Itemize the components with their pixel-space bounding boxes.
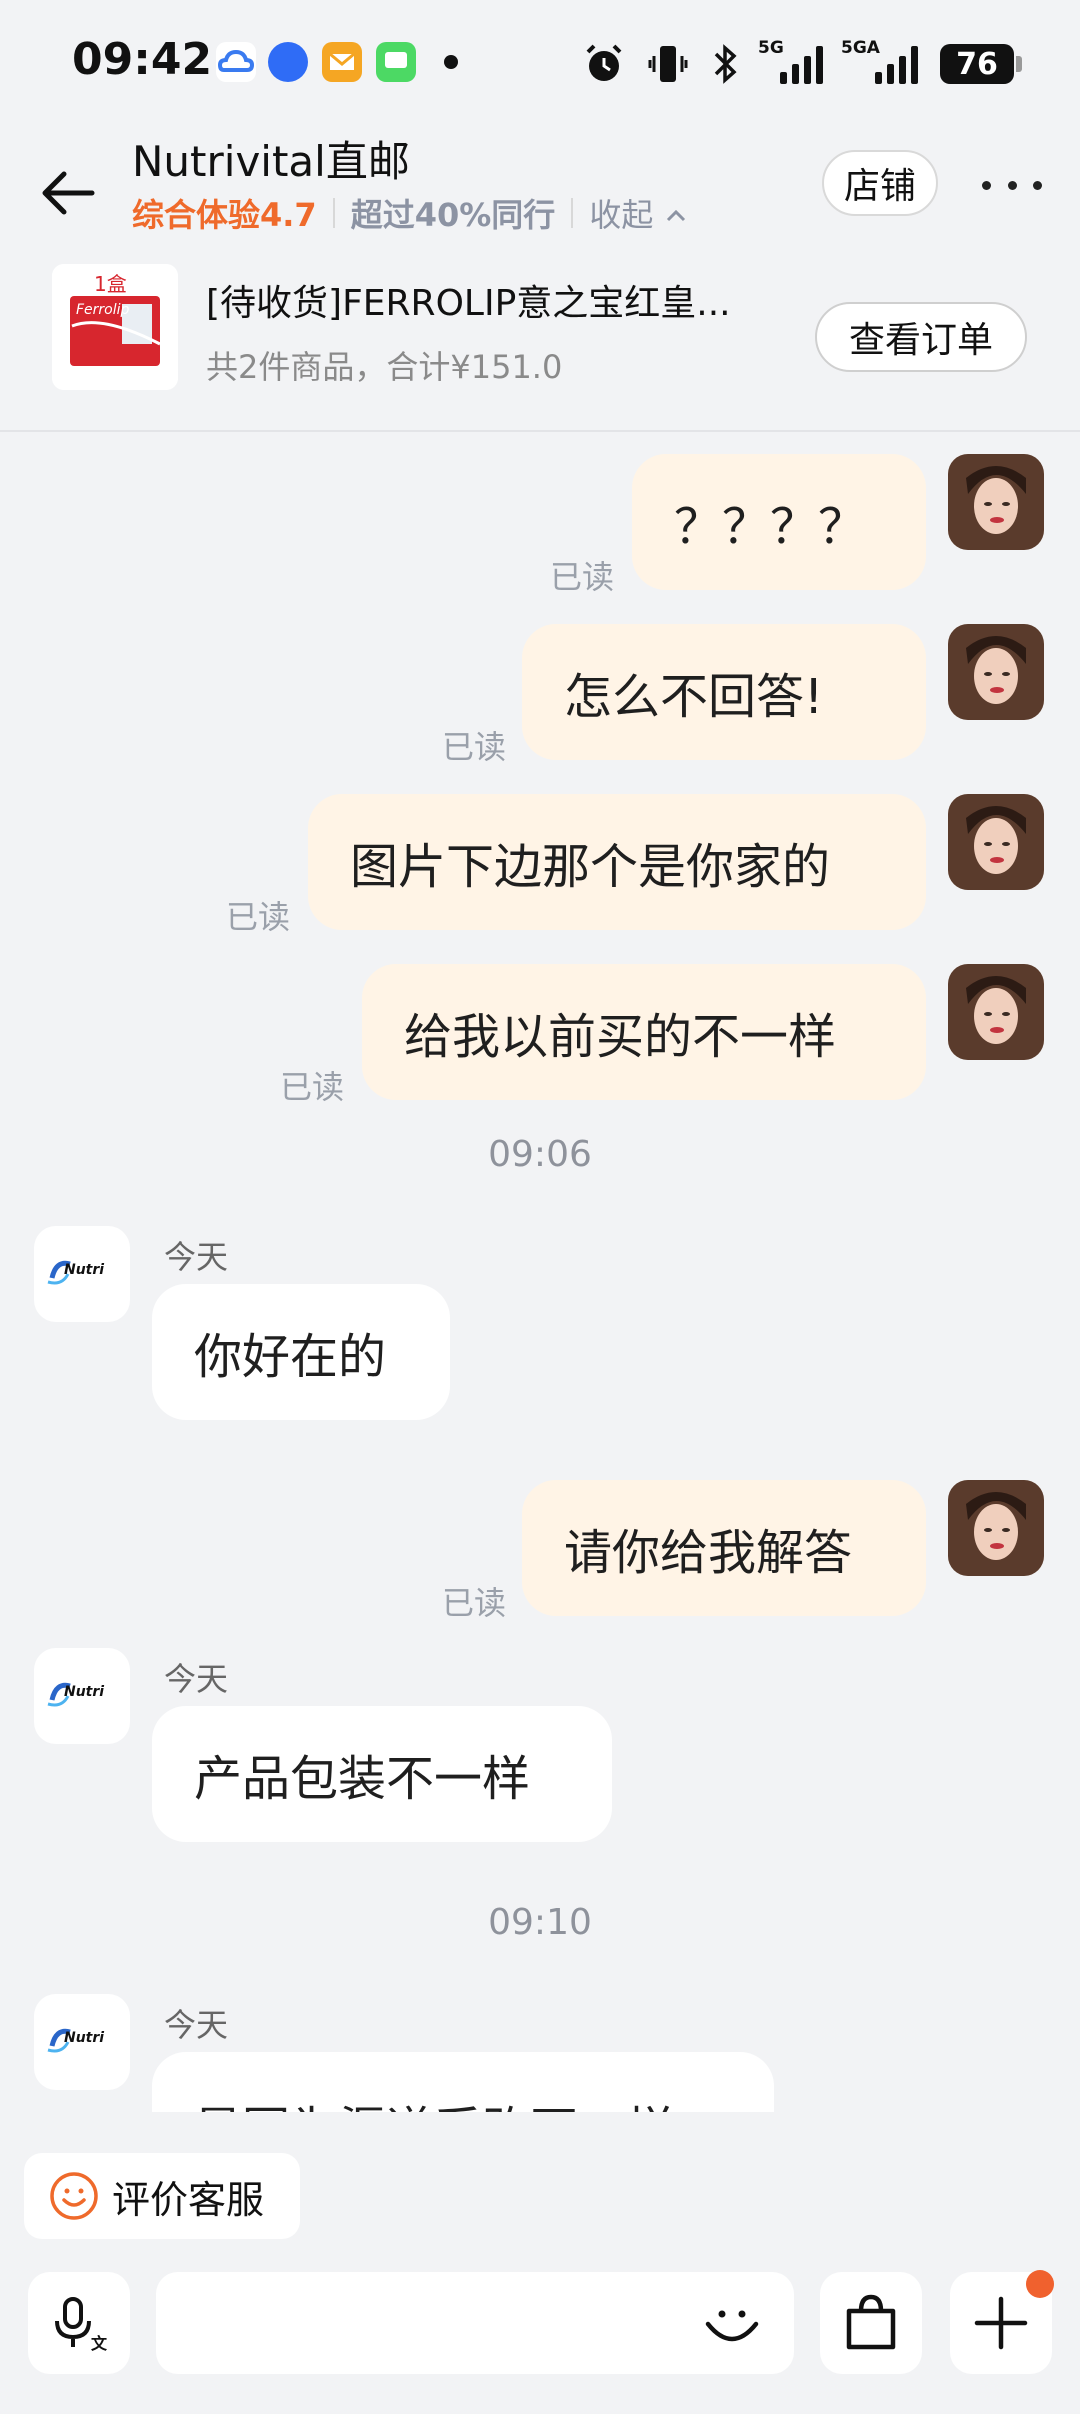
read-receipt: 已读 — [550, 558, 615, 596]
more-dot-icon — [982, 180, 991, 190]
shop-avatar-text: Nutri — [64, 2030, 105, 2046]
shopping-bag-icon — [846, 2294, 896, 2350]
shop-avatar[interactable]: Nutri — [34, 1994, 130, 2090]
status-right: 5G 5GA 76 — [582, 38, 1022, 90]
notification-dot-icon — [444, 55, 458, 69]
read-receipt: 已读 — [226, 898, 291, 936]
outgoing-message[interactable]: 请你给我解答 — [522, 1480, 926, 1616]
more-actions-button[interactable] — [950, 2270, 1054, 2374]
signal-5g-icon: 5G — [758, 38, 823, 84]
store-button[interactable]: 店铺 — [822, 150, 938, 216]
battery-indicator: 76 — [940, 44, 1022, 84]
status-time: 09:42 — [72, 34, 213, 85]
signal-5g-label: 5G — [758, 38, 784, 58]
product-thumbnail-badge: 1盒 — [94, 272, 127, 296]
view-order-button[interactable]: 查看订单 — [815, 302, 1027, 372]
microphone-icon: 文 — [55, 2297, 108, 2353]
chevron-up-icon — [666, 209, 685, 222]
collapse-toggle[interactable]: 收起 — [589, 190, 687, 236]
time-separator: 09:10 — [488, 1902, 592, 1943]
user-avatar[interactable] — [948, 454, 1044, 550]
more-dot-icon — [1033, 180, 1042, 190]
message-input[interactable] — [156, 2272, 794, 2374]
user-avatar[interactable] — [948, 964, 1044, 1060]
peer-rank: 超过40%同行 — [350, 196, 556, 234]
input-bar: 文 — [0, 2260, 1080, 2414]
shop-name[interactable]: Nutrivital直邮 — [132, 128, 410, 189]
chat-header: Nutrivital直邮 综合体验4.7 超过40%同行 收起 店铺 1盒 Fe… — [0, 120, 1080, 420]
vibrate-icon — [648, 46, 688, 82]
mail-app-icon — [322, 42, 362, 82]
read-receipt: 已读 — [442, 728, 507, 766]
message-day-label: 今天 — [164, 2006, 229, 2044]
time-separator: 09:06 — [488, 1134, 592, 1175]
chat-messages[interactable]: ？？？？ 已读 怎么不回答! 已读 图片下边那个是你家的 已读 给我以前买的不一… — [0, 432, 1080, 2112]
outgoing-message[interactable]: 怎么不回答! — [522, 624, 926, 760]
divider — [571, 198, 574, 228]
emoji-button[interactable] — [700, 2292, 764, 2356]
message-day-label: 今天 — [164, 1660, 229, 1698]
user-avatar[interactable] — [948, 794, 1044, 890]
bluetooth-icon — [714, 44, 737, 84]
order-title: [待收货]FERROLIP意之宝红皇... — [206, 283, 731, 324]
product-thumbnail-brand: Ferrolip — [76, 302, 130, 318]
incoming-message[interactable]: 是因为渠道采购不一样 — [152, 2052, 774, 2112]
baidu-app-icon — [268, 42, 308, 82]
emoji-icon — [705, 2310, 759, 2342]
collapse-label: 收起 — [589, 196, 654, 234]
experience-score: 综合体验4.7 — [132, 196, 317, 234]
order-card[interactable]: 1盒 Ferrolip [待收货]FERROLIP意之宝红皇... 共2件商品，… — [0, 260, 1080, 430]
incoming-message[interactable]: 产品包装不一样 — [152, 1706, 612, 1842]
product-thumbnail: 1盒 Ferrolip — [52, 264, 178, 390]
status-bar: 09:42 5G 5GA 76 — [0, 0, 1080, 130]
more-options-button[interactable] — [982, 170, 1042, 200]
more-dot-icon — [1007, 180, 1017, 190]
alarm-icon — [586, 44, 622, 81]
rate-service-button[interactable]: 评价客服 — [24, 2153, 300, 2239]
outgoing-message[interactable]: 给我以前买的不一样 — [362, 964, 926, 1100]
shopping-bag-button[interactable] — [820, 2272, 922, 2374]
shop-meta: 综合体验4.7 超过40%同行 收起 — [132, 190, 688, 236]
outgoing-message[interactable]: ？？？？ — [632, 454, 926, 590]
back-button[interactable] — [36, 160, 102, 226]
outgoing-message[interactable]: 图片下边那个是你家的 — [308, 794, 926, 930]
divider — [332, 198, 335, 228]
voice-input-button[interactable]: 文 — [28, 2272, 130, 2374]
plus-icon — [974, 2296, 1028, 2350]
svg-text:文: 文 — [91, 2334, 108, 2353]
order-summary: 共2件商品，合计¥151.0 — [206, 348, 563, 386]
shop-avatar[interactable]: Nutri — [34, 1226, 130, 1322]
shop-avatar[interactable]: Nutri — [34, 1648, 130, 1744]
shop-avatar-text: Nutri — [64, 1262, 105, 1278]
message-day-label: 今天 — [164, 1238, 229, 1276]
rate-service-label: 评价客服 — [112, 2177, 265, 2222]
signal-5ga-label: 5GA — [841, 38, 880, 58]
notification-badge — [1026, 2270, 1054, 2298]
smiley-icon — [50, 2172, 98, 2220]
messages-app-icon — [376, 42, 416, 82]
incoming-message[interactable]: 你好在的 — [152, 1284, 450, 1420]
cloud-app-icon — [216, 42, 256, 82]
read-receipt: 已读 — [280, 1068, 345, 1106]
user-avatar[interactable] — [948, 1480, 1044, 1576]
back-arrow-icon — [42, 171, 95, 215]
shop-avatar-text: Nutri — [64, 1684, 105, 1700]
signal-5ga-icon: 5GA — [841, 38, 918, 84]
read-receipt: 已读 — [442, 1584, 507, 1622]
user-avatar[interactable] — [948, 624, 1044, 720]
